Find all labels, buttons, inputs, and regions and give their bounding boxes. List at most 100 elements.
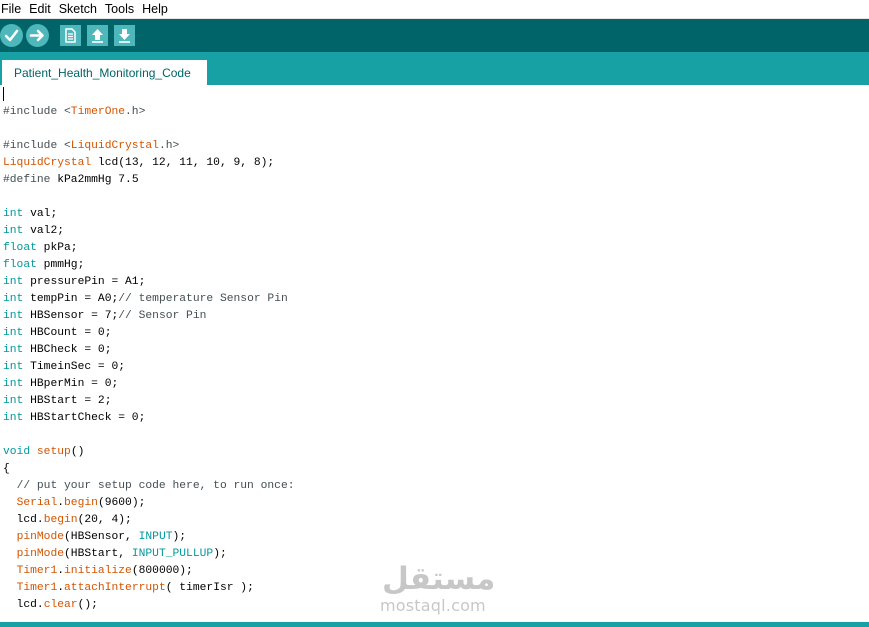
code-token: pkPa; <box>36 242 78 254</box>
watermark-latin: mostaql.com <box>380 596 486 615</box>
code-token: { <box>3 463 10 475</box>
code-token: INPUT_PULLUP <box>131 548 214 560</box>
code-line: float pkPa; <box>3 240 295 257</box>
status-bar <box>0 622 869 627</box>
arrow-down-icon <box>119 29 130 43</box>
code-editor[interactable]: #include <TimerOne.h> #include <LiquidCry… <box>0 85 869 622</box>
code-token: int <box>3 327 24 339</box>
code-line: float pmmHg; <box>3 257 295 274</box>
tab-sketch[interactable]: Patient_Health_Monitoring_Code <box>2 60 207 85</box>
code-token: // Sensor Pin <box>118 310 207 322</box>
code-token: ( timerIsr ); <box>165 582 254 594</box>
code-line: pinMode(HBSensor, INPUT); <box>3 529 295 546</box>
code-token: . <box>57 565 65 577</box>
toolbar <box>0 19 869 52</box>
menu-sketch[interactable]: Sketch <box>55 0 101 18</box>
code-line: #include <LiquidCrystal.h> <box>3 138 295 155</box>
code-token: lcd. <box>3 599 44 611</box>
code-token: pressurePin = A1; <box>23 276 146 288</box>
code-line: int HBCheck = 0; <box>3 342 295 359</box>
code-token: (9600); <box>97 497 146 509</box>
menu-file[interactable]: File <box>0 0 25 18</box>
code-token: (HBStart, <box>64 548 132 560</box>
verify-button[interactable] <box>0 24 23 47</box>
code-line: int tempPin = A0;// temperature Sensor P… <box>3 291 295 308</box>
menu-help[interactable]: Help <box>138 0 172 18</box>
code-token: int <box>3 378 24 390</box>
code-token: int <box>3 361 24 373</box>
code-line: pinMode(HBStart, INPUT_PULLUP); <box>3 546 295 563</box>
code-token: kPa2mmHg 7.5 <box>50 174 139 186</box>
arrow-up-icon <box>92 29 103 43</box>
code-token: HBSensor = 7; <box>23 310 119 322</box>
code-token: int <box>3 225 24 237</box>
code-token: LiquidCrystal <box>3 157 92 169</box>
code-line: Timer1.attachInterrupt( timerIsr ); <box>3 580 295 597</box>
tab-title: Patient_Health_Monitoring_Code <box>14 65 191 80</box>
code-token: . <box>57 582 65 594</box>
checkmark-icon <box>4 29 19 42</box>
code-token: int <box>3 276 24 288</box>
code-token: pinMode <box>16 531 65 543</box>
code-token: int <box>3 395 24 407</box>
code-text: #include <TimerOne.h> #include <LiquidCry… <box>3 87 295 614</box>
code-token: pmmHg; <box>36 259 85 271</box>
code-token: LiquidCrystal <box>70 140 159 152</box>
code-line: int pressurePin = A1; <box>3 274 295 291</box>
code-line: lcd.begin(20, 4); <box>3 512 295 529</box>
code-token: Serial <box>16 497 58 509</box>
code-line: Serial.begin(9600); <box>3 495 295 512</box>
new-file-icon <box>65 28 76 43</box>
code-token: val2; <box>23 225 65 237</box>
code-line: #include <TimerOne.h> <box>3 104 295 121</box>
upload-button[interactable] <box>26 24 49 47</box>
code-token: HBStart = 2; <box>23 395 112 407</box>
code-token: attachInterrupt <box>64 582 166 594</box>
code-token: HBCount = 0; <box>23 327 112 339</box>
code-token: Timer1 <box>16 582 58 594</box>
code-token: .h> <box>158 140 180 152</box>
save-button[interactable] <box>114 25 135 46</box>
code-token: .h> <box>125 106 146 118</box>
code-token: Timer1 <box>16 565 58 577</box>
code-token: float <box>3 259 37 271</box>
code-token: void <box>3 446 31 458</box>
code-line: lcd.clear(); <box>3 597 295 614</box>
menu-edit[interactable]: Edit <box>25 0 55 18</box>
code-token: int <box>3 412 24 424</box>
code-token: HBCheck = 0; <box>23 344 112 356</box>
code-line: // put your setup code here, to run once… <box>3 478 295 495</box>
code-token: // temperature Sensor Pin <box>118 293 288 305</box>
text-caret <box>3 87 4 101</box>
code-token: ); <box>172 531 187 543</box>
menu-tools[interactable]: Tools <box>101 0 138 18</box>
open-button[interactable] <box>87 25 108 46</box>
code-token: // put your setup code here, to run once… <box>16 480 295 492</box>
code-line: int HBStart = 2; <box>3 393 295 410</box>
new-sketch-button[interactable] <box>60 25 81 46</box>
code-token: () <box>70 446 85 458</box>
watermark-arabic: مستقل <box>382 561 496 597</box>
code-token: INPUT <box>138 531 173 543</box>
code-line: int val2; <box>3 223 295 240</box>
code-token: ); <box>213 548 227 560</box>
code-token: begin <box>64 497 98 509</box>
code-line: int val; <box>3 206 295 223</box>
code-token: int <box>3 293 24 305</box>
code-token: TimerOne <box>70 106 126 118</box>
code-line: int TimeinSec = 0; <box>3 359 295 376</box>
code-token: int <box>3 208 24 220</box>
code-token: #include < <box>3 140 71 152</box>
code-line: LiquidCrystal lcd(13, 12, 11, 10, 9, 8); <box>3 155 295 172</box>
code-token: (20, 4); <box>77 514 132 526</box>
code-token: setup <box>36 446 71 458</box>
